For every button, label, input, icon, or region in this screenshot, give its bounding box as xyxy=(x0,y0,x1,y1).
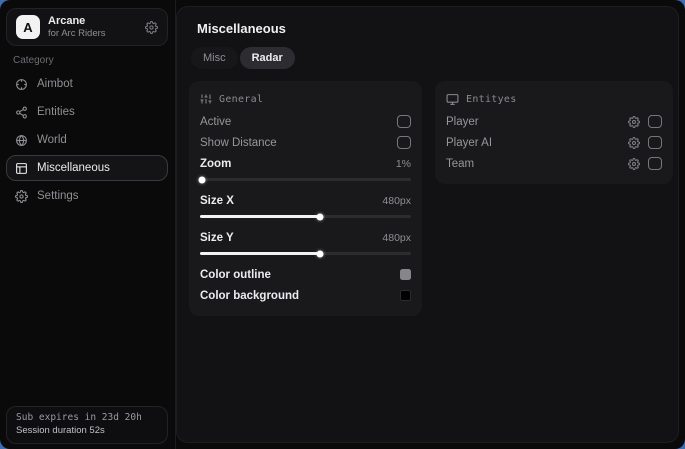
team-controls xyxy=(628,157,662,170)
tab-bar: Misc Radar xyxy=(191,47,295,69)
globe-icon xyxy=(15,134,28,147)
brand-subtitle: for Arc Riders xyxy=(48,28,106,39)
size-x-value: 480px xyxy=(382,195,411,207)
sliders-icon xyxy=(200,93,212,105)
entities-card: Entityes Player Player AI xyxy=(435,81,673,184)
team-label: Team xyxy=(446,158,474,170)
slider-track xyxy=(200,178,411,181)
sidebar-item-world[interactable]: World xyxy=(6,127,168,153)
slider-thumb[interactable] xyxy=(317,250,324,257)
size-x-slider[interactable] xyxy=(200,211,411,222)
category-label: Category xyxy=(13,55,54,66)
brand-text: Arcane for Arc Riders xyxy=(48,15,106,39)
sidebar: A Arcane for Arc Riders Category Aimbot xyxy=(0,0,176,449)
color-outline-swatch[interactable] xyxy=(400,269,411,280)
sidebar-nav: Aimbot Entities World Miscellaneous xyxy=(6,71,168,211)
player-checkbox[interactable] xyxy=(648,115,662,128)
brand-name: Arcane xyxy=(48,15,106,28)
session-duration-text: Session duration 52s xyxy=(16,425,158,436)
player-ai-label: Player AI xyxy=(446,137,492,149)
monitor-icon xyxy=(446,93,459,106)
size-x-row: Size X 480px xyxy=(200,190,411,211)
slider-fill xyxy=(200,252,320,255)
color-background-label: Color background xyxy=(200,290,299,302)
subscription-info: Sub expires in 23d 20h Session duration … xyxy=(6,406,168,444)
player-ai-controls xyxy=(628,136,662,149)
player-ai-checkbox[interactable] xyxy=(648,136,662,149)
grid-icon xyxy=(15,162,28,175)
zoom-value: 1% xyxy=(396,158,411,170)
show-distance-label: Show Distance xyxy=(200,137,277,149)
slider-thumb[interactable] xyxy=(317,213,324,220)
gear-icon[interactable] xyxy=(145,21,158,34)
show-distance-row: Show Distance xyxy=(200,132,411,153)
brand-header: A Arcane for Arc Riders xyxy=(6,8,168,46)
color-background-row: Color background xyxy=(200,285,411,306)
team-row: Team xyxy=(446,153,662,174)
general-card: General Active Show Distance Zoom 1% xyxy=(189,81,422,316)
active-row: Active xyxy=(200,111,411,132)
sub-expires-text: Sub expires in 23d 20h xyxy=(16,412,158,423)
page-title: Miscellaneous xyxy=(197,21,286,36)
gear-icon[interactable] xyxy=(628,116,640,128)
zoom-label: Zoom xyxy=(200,158,231,170)
general-card-header: General xyxy=(200,89,411,109)
slider-thumb[interactable] xyxy=(199,176,206,183)
size-x-label: Size X xyxy=(200,195,234,207)
active-checkbox[interactable] xyxy=(397,115,411,128)
sidebar-item-settings[interactable]: Settings xyxy=(6,183,168,209)
size-y-slider[interactable] xyxy=(200,248,411,259)
zoom-slider[interactable] xyxy=(200,174,411,185)
slider-fill xyxy=(200,215,320,218)
size-y-label: Size Y xyxy=(200,232,234,244)
tab-radar[interactable]: Radar xyxy=(240,47,295,69)
player-ai-row: Player AI xyxy=(446,132,662,153)
entities-card-header: Entityes xyxy=(446,89,662,109)
size-y-value: 480px xyxy=(382,232,411,244)
size-y-row: Size Y 480px xyxy=(200,227,411,248)
app-window: A Arcane for Arc Riders Category Aimbot xyxy=(0,0,685,449)
color-background-swatch[interactable] xyxy=(400,290,411,301)
player-controls xyxy=(628,115,662,128)
main-panel: Miscellaneous Misc Radar General Active xyxy=(176,6,679,443)
sidebar-item-label: Entities xyxy=(37,106,75,118)
entities-card-title: Entityes xyxy=(466,94,517,105)
player-row: Player xyxy=(446,111,662,132)
gear-icon[interactable] xyxy=(628,137,640,149)
player-label: Player xyxy=(446,116,479,128)
sidebar-item-label: Settings xyxy=(37,190,79,202)
sidebar-item-entities[interactable]: Entities xyxy=(6,99,168,125)
gear-icon xyxy=(15,190,28,203)
color-outline-label: Color outline xyxy=(200,269,271,281)
network-icon xyxy=(15,106,28,119)
sidebar-item-aimbot[interactable]: Aimbot xyxy=(6,71,168,97)
sidebar-item-label: World xyxy=(37,134,67,146)
cards-row: General Active Show Distance Zoom 1% xyxy=(189,81,673,316)
sidebar-item-miscellaneous[interactable]: Miscellaneous xyxy=(6,155,168,181)
brand-logo: A xyxy=(16,15,40,39)
show-distance-checkbox[interactable] xyxy=(397,136,411,149)
active-label: Active xyxy=(200,116,231,128)
zoom-row: Zoom 1% xyxy=(200,153,411,174)
team-checkbox[interactable] xyxy=(648,157,662,170)
sidebar-item-label: Aimbot xyxy=(37,78,73,90)
color-outline-row: Color outline xyxy=(200,264,411,285)
crosshair-icon xyxy=(15,78,28,91)
gear-icon[interactable] xyxy=(628,158,640,170)
sidebar-item-label: Miscellaneous xyxy=(37,162,110,174)
tab-misc[interactable]: Misc xyxy=(191,47,238,69)
general-card-title: General xyxy=(219,94,263,105)
